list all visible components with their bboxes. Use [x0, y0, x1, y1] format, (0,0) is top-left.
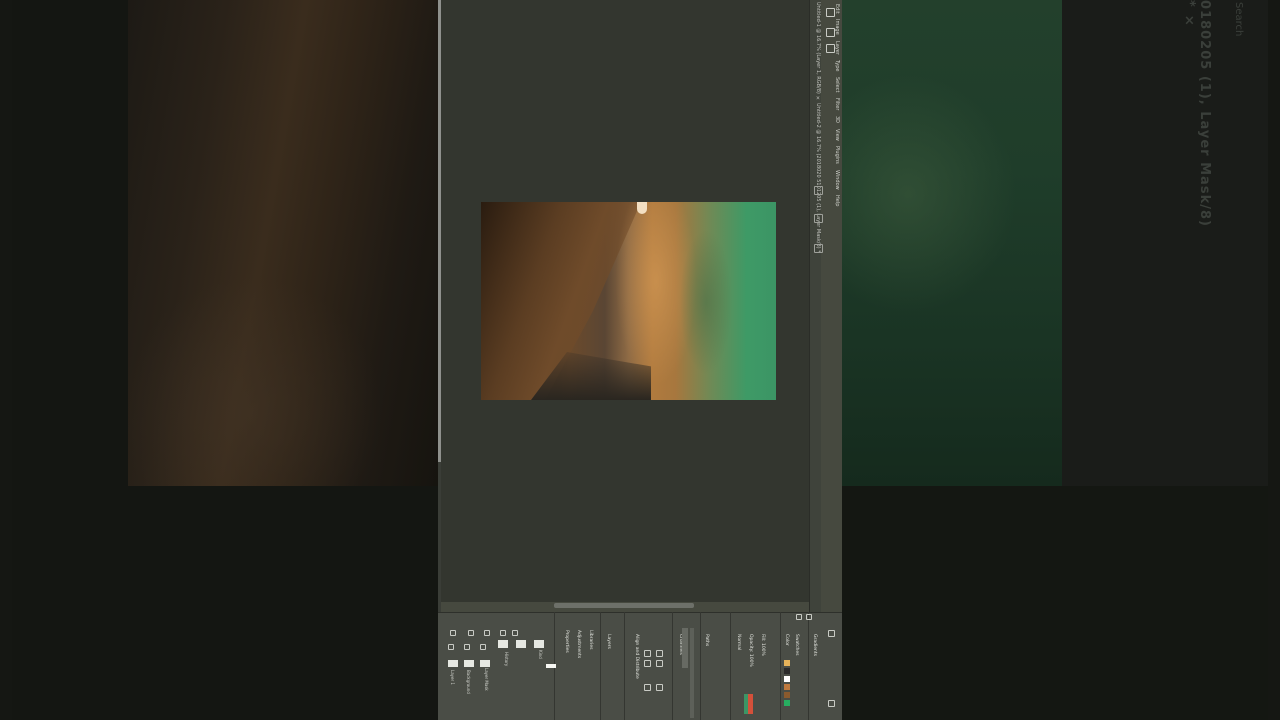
- swatch[interactable]: [784, 692, 790, 698]
- image-clouds: [671, 222, 741, 382]
- layer-thumbnail[interactable]: [464, 660, 474, 667]
- panel-divider: [700, 612, 701, 720]
- swatch[interactable]: [784, 660, 790, 666]
- background-right-image: [842, 0, 1062, 486]
- layer-row[interactable]: [690, 628, 694, 718]
- eye-icon[interactable]: [468, 630, 474, 636]
- tab-layers[interactable]: Layers: [606, 634, 611, 649]
- menu-item-select[interactable]: Select: [834, 77, 840, 92]
- zoom-100-icon[interactable]: [814, 244, 823, 253]
- swatch[interactable]: [784, 684, 790, 690]
- blend-mode-label[interactable]: Normal: [736, 634, 741, 650]
- panel-divider: [808, 612, 809, 720]
- distribute-icon[interactable]: [656, 684, 663, 691]
- swatch[interactable]: [784, 676, 790, 682]
- zoom-tool-icon[interactable]: [826, 44, 835, 53]
- tab-swatches[interactable]: Swatches: [794, 634, 799, 656]
- panel-divider: [780, 612, 781, 720]
- horizontal-scroll-thumb[interactable]: [554, 603, 694, 608]
- tab-adjustments[interactable]: Adjustments: [576, 630, 581, 658]
- distribute-icon[interactable]: [644, 684, 651, 691]
- swatch[interactable]: [784, 700, 790, 706]
- lock-icon[interactable]: [512, 630, 518, 636]
- menu-item-plugins[interactable]: Plugins: [834, 146, 840, 164]
- fill-label[interactable]: Fill: 100%: [760, 634, 765, 656]
- mask-icon[interactable]: [464, 644, 470, 650]
- background-document-title: 0180205 (1), Layer Mask/8) * ×: [1182, 0, 1212, 227]
- align-middle-icon[interactable]: [656, 660, 663, 667]
- layer-thumbnail[interactable]: [448, 660, 458, 667]
- tab-libraries[interactable]: Libraries: [588, 630, 593, 649]
- tab-gradients[interactable]: Gradients: [812, 634, 817, 656]
- new-layer-icon[interactable]: [828, 700, 835, 707]
- panel-menu-icon[interactable]: [828, 630, 835, 637]
- rotate-icon[interactable]: [806, 614, 812, 620]
- tab-paths[interactable]: Paths: [704, 634, 709, 646]
- tab-properties[interactable]: Properties: [564, 630, 569, 653]
- layer-row-highlight[interactable]: [682, 628, 688, 668]
- layer-selected-thumbnail[interactable]: [546, 664, 556, 668]
- align-top-icon[interactable]: [656, 650, 663, 657]
- layer-name[interactable]: Background: [466, 670, 471, 694]
- eye-icon[interactable]: [484, 630, 490, 636]
- link-icon[interactable]: [500, 630, 506, 636]
- menu-item-filter[interactable]: Filter: [834, 98, 840, 110]
- panel-divider: [600, 612, 601, 720]
- zoom-out-icon[interactable]: [826, 28, 835, 37]
- menu-bar[interactable]: Edit Image Layer Type Select Filter 3D V…: [824, 4, 840, 264]
- panels-dock: [438, 612, 842, 720]
- menu-item-window[interactable]: Window: [834, 170, 840, 190]
- background-search-label: Search: [1233, 2, 1244, 37]
- fill-screen-icon[interactable]: [814, 214, 823, 223]
- history-label: History: [504, 652, 509, 667]
- image-sun: [637, 202, 647, 214]
- kind-filter-label[interactable]: Kind: [538, 650, 543, 659]
- menu-item-help[interactable]: Help: [834, 195, 840, 206]
- panel-divider: [730, 612, 731, 720]
- trash-icon[interactable]: [796, 614, 802, 620]
- fit-screen-icon[interactable]: [814, 186, 823, 195]
- tab-color[interactable]: Color: [784, 634, 789, 646]
- swatch[interactable]: [784, 668, 790, 674]
- eye-icon[interactable]: [450, 630, 456, 636]
- align-distribute-label: Align and Distribute: [634, 634, 639, 679]
- photoshop-window: Untitled-1 @ 16.7% (Layer 1, RGB/8) × Un…: [438, 0, 842, 720]
- layer-thumbnail[interactable]: [480, 660, 490, 667]
- document-tab-title[interactable]: Untitled-1 @ 16.7% (Layer 1, RGB/8) × Un…: [811, 2, 821, 322]
- color-ramp[interactable]: [748, 694, 753, 714]
- zoom-in-icon[interactable]: [826, 8, 835, 17]
- layer-mask-label: Layer Mask: [484, 668, 489, 691]
- document-image[interactable]: [481, 202, 776, 400]
- background-right-panel: [1062, 0, 1268, 486]
- canvas-area[interactable]: [441, 0, 809, 602]
- align-center-icon[interactable]: [644, 660, 651, 667]
- panel-divider: [624, 612, 625, 720]
- layer-name[interactable]: Layer 1: [450, 670, 455, 685]
- window-edge: [438, 0, 441, 462]
- fx-icon[interactable]: [448, 644, 454, 650]
- layer-mask-thumbnail[interactable]: [498, 640, 508, 648]
- menu-item-3d[interactable]: 3D: [834, 116, 840, 123]
- adjustment-icon[interactable]: [480, 644, 486, 650]
- layer-mask-thumbnail[interactable]: [516, 640, 526, 648]
- menu-item-view[interactable]: View: [834, 129, 840, 141]
- align-left-icon[interactable]: [644, 650, 651, 657]
- background-left-image: [128, 0, 438, 486]
- panel-divider: [672, 612, 673, 720]
- layer-mask-thumbnail[interactable]: [534, 640, 544, 648]
- menu-item-type[interactable]: Type: [834, 60, 840, 71]
- opacity-label[interactable]: Opacity: 100%: [748, 634, 753, 667]
